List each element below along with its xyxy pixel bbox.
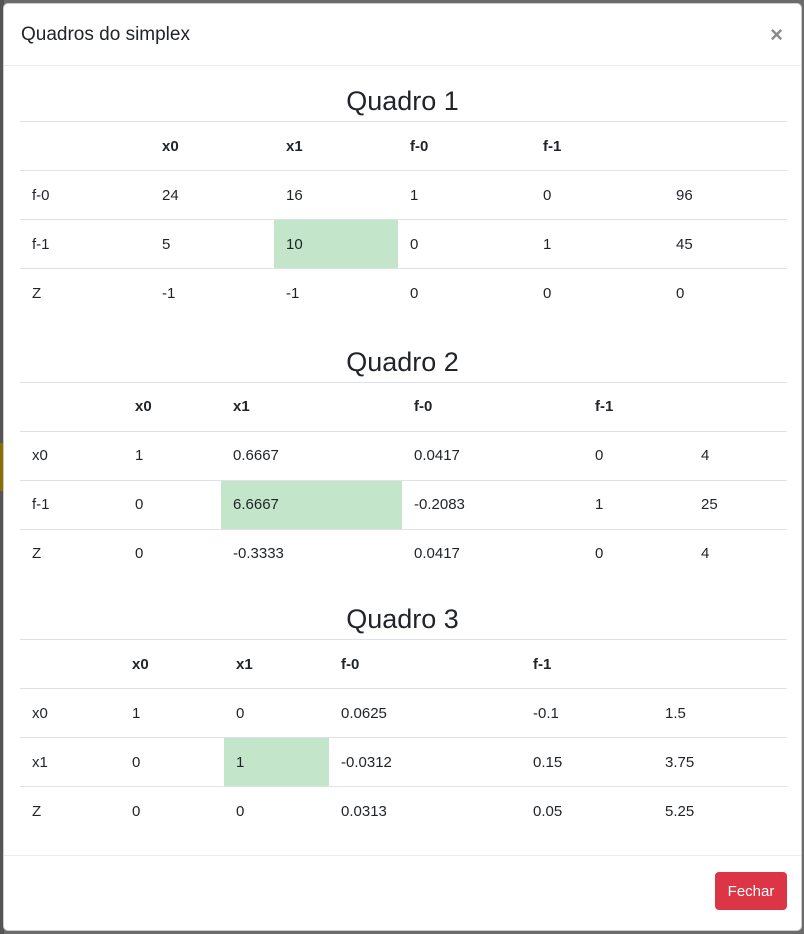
- header-cell: [653, 639, 787, 689]
- pivot-cell: 6.6667: [221, 479, 402, 529]
- table-cell: 96: [664, 170, 787, 220]
- table-cell: x0: [20, 430, 123, 480]
- table-row: f-1 5 10 0 1 45: [20, 219, 787, 269]
- table-cell: 0: [398, 268, 531, 318]
- table-cell: 0: [224, 786, 329, 836]
- simplex-table: x0 x1 f-0 f-1 x0 1 0.6667 0.0417 0 4 f-1…: [20, 381, 787, 578]
- table-cell: -1: [274, 268, 398, 318]
- table-row: Z 0 -0.3333 0.0417 0 4: [20, 528, 787, 578]
- header-cell: [20, 381, 123, 431]
- table-cell: Z: [20, 528, 123, 578]
- modal-body: Quadro 1 x0 x1 f-0 f-1 f-0 24 16 1 0 96 …: [4, 66, 801, 836]
- table-cell: 0: [398, 219, 531, 269]
- table-cell: 25: [689, 479, 787, 529]
- table-row: x0 1 0 0.0625 -0.1 1.5: [20, 688, 787, 738]
- header-cell: [20, 639, 120, 689]
- table-cell: -0.2083: [402, 479, 583, 529]
- table-cell: 5: [150, 219, 274, 269]
- quadro-title: Quadro 3: [346, 604, 459, 634]
- header-cell: x0: [150, 121, 274, 171]
- table-cell: -0.1: [521, 688, 653, 738]
- table-cell: 0.6667: [221, 430, 402, 480]
- table-cell: 0: [583, 528, 689, 578]
- table-cell: x0: [20, 688, 120, 738]
- table-cell: x1: [20, 737, 120, 787]
- table-cell: f-1: [20, 479, 123, 529]
- modal-header: Quadros do simplex ×: [4, 4, 801, 66]
- modal-footer: Fechar: [4, 855, 801, 930]
- table-row: Z -1 -1 0 0 0: [20, 268, 787, 318]
- table-header-row: x0 x1 f-0 f-1: [20, 121, 787, 171]
- table-cell: 0.0625: [329, 688, 521, 738]
- simplex-table: x0 x1 f-0 f-1 x0 1 0 0.0625 -0.1 1.5 x1: [20, 639, 787, 836]
- pivot-cell: 10: [274, 219, 398, 269]
- simplex-modal: Quadros do simplex × Quadro 1 x0 x1 f-0 …: [3, 3, 802, 931]
- pivot-cell: 1: [224, 737, 329, 787]
- table-cell: 0: [531, 268, 664, 318]
- table-cell: 1.5: [653, 688, 787, 738]
- table-cell: 45: [664, 219, 787, 269]
- table-cell: 0: [120, 737, 224, 787]
- table-cell: 1: [531, 219, 664, 269]
- table-cell: 0: [224, 688, 329, 738]
- table-cell: f-0: [20, 170, 150, 220]
- table-cell: 16: [274, 170, 398, 220]
- table-cell: Z: [20, 786, 120, 836]
- table-cell: 0.05: [521, 786, 653, 836]
- header-cell: x1: [221, 381, 402, 431]
- table-cell: 0: [123, 479, 221, 529]
- header-cell: x0: [123, 381, 221, 431]
- table-row: f-0 24 16 1 0 96: [20, 170, 787, 220]
- header-cell: [689, 381, 787, 431]
- table-cell: 1: [583, 479, 689, 529]
- quadro-title: Quadro 1: [346, 86, 459, 116]
- header-cell: x1: [274, 121, 398, 171]
- table-cell: 0.0313: [329, 786, 521, 836]
- header-cell: f-0: [329, 639, 521, 689]
- header-cell: f-1: [531, 121, 664, 171]
- header-cell: x1: [224, 639, 329, 689]
- header-cell: f-0: [402, 381, 583, 431]
- table-cell: 1: [123, 430, 221, 480]
- modal-title: Quadros do simplex: [21, 23, 190, 45]
- table-header-row: x0 x1 f-0 f-1: [20, 639, 787, 689]
- table-cell: 1: [398, 170, 531, 220]
- table-cell: 24: [150, 170, 274, 220]
- table-cell: 0: [120, 786, 224, 836]
- table-header-row: x0 x1 f-0 f-1: [20, 381, 787, 431]
- header-cell: f-1: [583, 381, 689, 431]
- table-row: Z 0 0 0.0313 0.05 5.25: [20, 786, 787, 836]
- table-cell: 4: [689, 430, 787, 480]
- table-cell: 0: [531, 170, 664, 220]
- header-cell: x0: [120, 639, 224, 689]
- table-cell: 0: [664, 268, 787, 318]
- table-cell: 0.0417: [402, 528, 583, 578]
- table-row: x1 0 1 -0.0312 0.15 3.75: [20, 737, 787, 787]
- table-cell: 0.15: [521, 737, 653, 787]
- table-cell: 0: [583, 430, 689, 480]
- table-cell: f-1: [20, 219, 150, 269]
- close-button[interactable]: Fechar: [715, 872, 787, 910]
- header-cell: f-0: [398, 121, 531, 171]
- table-cell: 4: [689, 528, 787, 578]
- table-row: f-1 0 6.6667 -0.2083 1 25: [20, 479, 787, 529]
- table-cell: -0.0312: [329, 737, 521, 787]
- table-cell: 0.0417: [402, 430, 583, 480]
- table-cell: -0.3333: [221, 528, 402, 578]
- header-cell: [20, 121, 150, 171]
- table-row: x0 1 0.6667 0.0417 0 4: [20, 430, 787, 480]
- table-cell: 0: [123, 528, 221, 578]
- header-cell: [664, 121, 787, 171]
- table-cell: -1: [150, 268, 274, 318]
- header-cell: f-1: [521, 639, 653, 689]
- quadro-title: Quadro 2: [346, 346, 459, 377]
- table-cell: Z: [20, 268, 150, 318]
- table-cell: 3.75: [653, 737, 787, 787]
- table-cell: 1: [120, 688, 224, 738]
- table-cell: 5.25: [653, 786, 787, 836]
- close-icon[interactable]: ×: [770, 23, 783, 46]
- simplex-table: x0 x1 f-0 f-1 f-0 24 16 1 0 96 f-1 5 10 …: [20, 121, 787, 318]
